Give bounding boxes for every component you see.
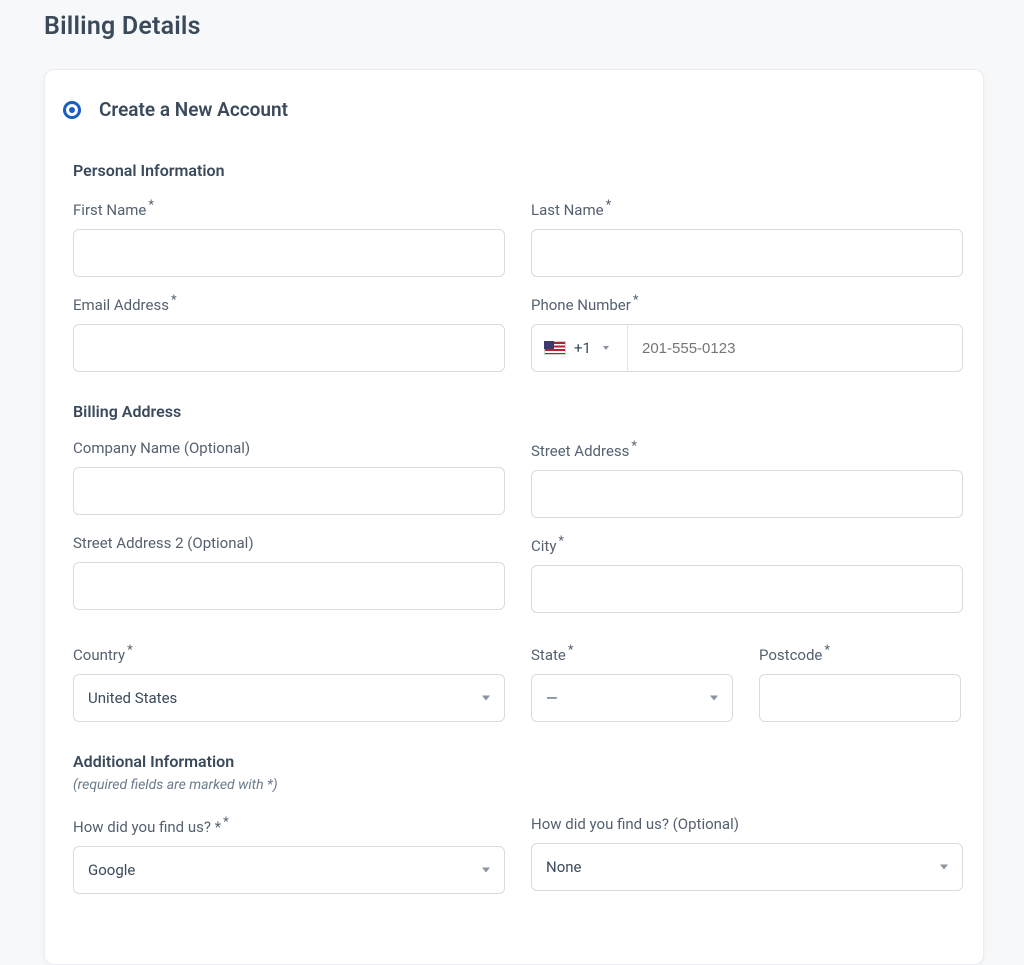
phone-input[interactable] — [642, 340, 948, 357]
found-us-opt-value: None — [546, 858, 582, 876]
company-label: Company Name (Optional) — [73, 439, 505, 457]
chevron-down-icon — [482, 868, 490, 873]
page-title: Billing Details — [44, 12, 1024, 41]
field-city: City* — [531, 534, 963, 613]
section-heading-billing: Billing Address — [73, 402, 955, 421]
chevron-down-icon — [940, 865, 948, 870]
radio-selected-icon — [63, 101, 81, 119]
country-select[interactable]: United States — [73, 674, 505, 722]
city-label: City* — [531, 534, 963, 555]
field-company: Company Name (Optional) — [73, 439, 505, 518]
street2-label: Street Address 2 (Optional) — [73, 534, 505, 552]
state-select[interactable]: — — [531, 674, 733, 722]
last-name-input[interactable] — [546, 230, 948, 276]
field-last-name: Last Name* — [531, 198, 963, 277]
company-input[interactable] — [88, 468, 490, 514]
first-name-input[interactable] — [88, 230, 490, 276]
state-value: — — [546, 689, 558, 707]
street1-input[interactable] — [546, 471, 948, 517]
section-heading-personal: Personal Information — [73, 161, 955, 180]
phone-label: Phone Number* — [531, 293, 963, 314]
field-email: Email Address* — [73, 293, 505, 372]
found-us-req-value: Google — [88, 861, 135, 879]
street2-input[interactable] — [88, 563, 490, 609]
found-us-opt-label: How did you find us? (Optional) — [531, 815, 963, 833]
create-account-option[interactable]: Create a New Account — [63, 98, 955, 121]
field-first-name: First Name* — [73, 198, 505, 277]
flag-us-icon — [544, 341, 566, 355]
found-us-opt-select[interactable]: None — [531, 843, 963, 891]
street1-label: Street Address* — [531, 439, 963, 460]
field-postcode: Postcode* — [759, 643, 961, 722]
chevron-down-icon — [710, 696, 718, 701]
state-label: State* — [531, 643, 733, 664]
phone-dial-code: +1 — [574, 339, 591, 357]
field-found-us-required: How did you find us? ** Google — [73, 815, 505, 894]
field-state: State* — — [531, 643, 733, 722]
email-input[interactable] — [88, 325, 490, 371]
required-note: (required fields are marked with *) — [73, 777, 955, 793]
chevron-down-icon — [603, 346, 609, 350]
phone-country-selector[interactable]: +1 — [532, 325, 628, 371]
last-name-label: Last Name* — [531, 198, 963, 219]
first-name-label: First Name* — [73, 198, 505, 219]
found-us-req-label: How did you find us? ** — [73, 815, 505, 836]
field-street1: Street Address* — [531, 439, 963, 518]
field-country: Country* United States — [73, 643, 505, 722]
country-label: Country* — [73, 643, 505, 664]
city-input[interactable] — [546, 566, 948, 612]
postcode-input[interactable] — [774, 675, 946, 721]
chevron-down-icon — [482, 696, 490, 701]
billing-form-card: Create a New Account Personal Informatio… — [44, 69, 984, 965]
field-found-us-optional: How did you find us? (Optional) None — [531, 815, 963, 894]
found-us-req-select[interactable]: Google — [73, 846, 505, 894]
create-account-label: Create a New Account — [99, 98, 288, 121]
postcode-label: Postcode* — [759, 643, 961, 664]
section-heading-additional: Additional Information — [73, 752, 955, 771]
country-value: United States — [88, 689, 177, 707]
field-phone: Phone Number* +1 — [531, 293, 963, 372]
field-street2: Street Address 2 (Optional) — [73, 534, 505, 613]
email-label: Email Address* — [73, 293, 505, 314]
